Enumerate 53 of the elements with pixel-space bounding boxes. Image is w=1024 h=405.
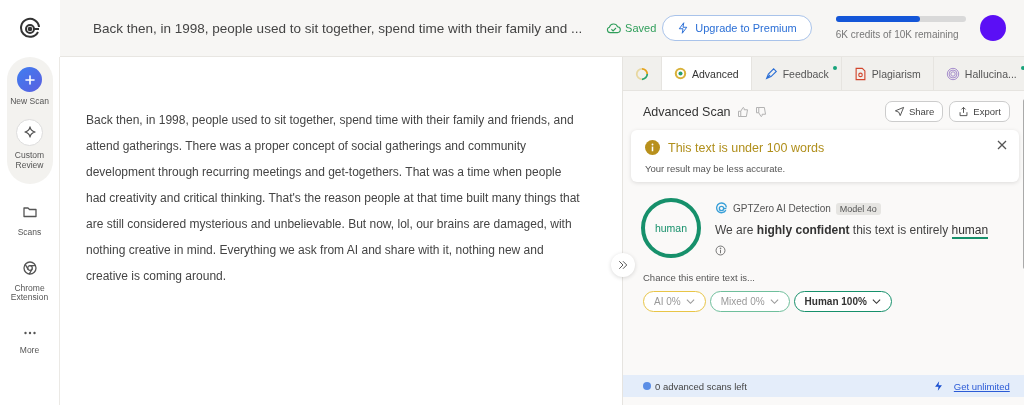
bolt-icon xyxy=(677,22,690,34)
sidebar-item[interactable]: Scans xyxy=(1,204,58,238)
sidebar-item[interactable]: Custom Review xyxy=(1,118,58,171)
chance-label: Chance this entire text is... xyxy=(643,272,756,283)
chevron-down-icon xyxy=(685,297,695,306)
notice-message: Your result may be less accurate. xyxy=(645,163,787,174)
chevron-down-icon xyxy=(871,297,881,306)
panel-title: Advanced Scan xyxy=(643,104,731,119)
avatar[interactable] xyxy=(979,15,1006,41)
chance-dropdown[interactable]: Human 100% xyxy=(793,291,892,312)
target-icon xyxy=(674,67,687,80)
cloud-check-icon xyxy=(606,22,622,34)
sidebar-item[interactable]: More xyxy=(1,325,58,356)
sparkle-icon xyxy=(16,118,43,146)
panel-tab[interactable]: Hallucina... xyxy=(933,57,1024,90)
logo-icon xyxy=(18,16,42,41)
sidebar-item[interactable]: New Scan xyxy=(1,67,58,107)
document-title: Back then, in 1998, people used to sit together, spend time with their family and ... xyxy=(93,20,584,36)
upload-icon xyxy=(958,106,970,117)
plus-icon xyxy=(17,67,42,92)
document-icon xyxy=(853,66,867,81)
send-icon xyxy=(893,106,905,117)
bolt-icon xyxy=(932,380,944,392)
dots-icon xyxy=(22,331,37,336)
scans-left: 0 advanced scans left xyxy=(655,380,747,392)
upgrade-button[interactable]: Upgrade to Premium xyxy=(662,15,812,41)
editor-text[interactable]: Back then, in 1998, people used to sit together, spend time with their family and friends, and attend gatherings. There was a proper concept of social gatherings and community development through recurring meetings and get-togethers. That was a time when people had creativity and critical thinking. That's the reason people at that time built many things that are still considered mysterious and unbelievable. But now, lol, our brains are damaged, with nothing creative in mind. Everything we ask from AI and share with it, nothing new and creative is coming around. xyxy=(86,107,582,289)
chevron-down-icon xyxy=(769,297,779,306)
verdict-ring: human xyxy=(641,198,701,258)
panel-tab[interactable]: Feedback xyxy=(751,57,842,90)
panel-tab[interactable]: Advanced xyxy=(662,57,752,90)
share-button[interactable]: Share xyxy=(884,101,944,122)
loader-icon xyxy=(635,66,649,81)
double-chevron-icon xyxy=(617,259,629,271)
detector-name: GPTZero AI Detection xyxy=(733,203,831,214)
pen-icon xyxy=(763,66,778,81)
sidebar-item[interactable]: Chrome Extension xyxy=(1,259,58,304)
credits-label: 6K credits of 10K remaining xyxy=(835,29,960,40)
info-icon xyxy=(645,140,660,155)
logo-icon xyxy=(715,202,728,215)
thumbs-up-icon[interactable] xyxy=(736,105,749,118)
spiral-icon xyxy=(945,66,960,81)
panel-tab[interactable]: Plagiarism xyxy=(841,57,934,90)
collapse-button[interactable] xyxy=(611,253,635,277)
verdict-link[interactable]: human xyxy=(951,223,989,239)
model-badge: Model 4o xyxy=(835,202,881,215)
get-unlimited-link[interactable]: Get unlimited xyxy=(953,380,1010,392)
thumbs-down-icon[interactable] xyxy=(754,105,767,118)
info-icon[interactable] xyxy=(715,245,726,256)
notice-title: This text is under 100 words xyxy=(668,140,825,155)
verdict-sentence: We are highly confident this text is entirely human xyxy=(715,223,989,237)
save-status: Saved xyxy=(625,22,657,34)
export-button[interactable]: Export xyxy=(949,101,1010,122)
